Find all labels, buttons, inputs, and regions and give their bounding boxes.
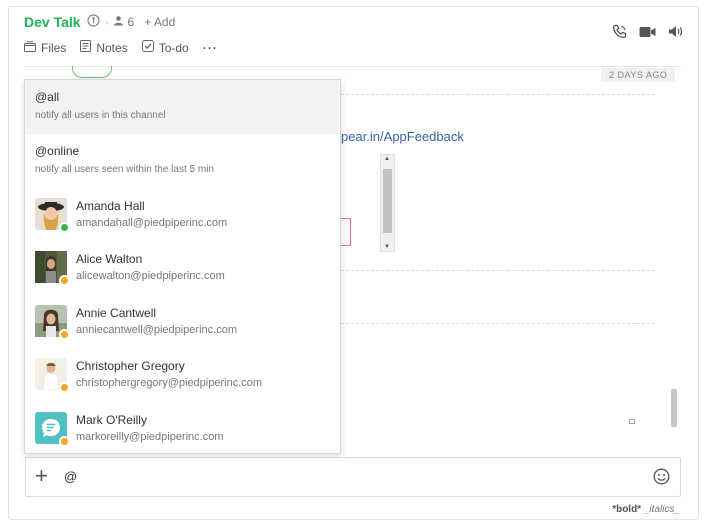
- scroll-up-icon[interactable]: ▲: [384, 156, 390, 162]
- feedback-link[interactable]: pear.in/AppFeedback: [341, 129, 464, 144]
- format-hint: *bold* _italics_: [612, 504, 680, 515]
- message-indicator: [629, 419, 635, 424]
- status-online-icon: [59, 221, 70, 233]
- status-away-icon: [59, 328, 70, 340]
- message-composer[interactable]: + @: [25, 457, 681, 497]
- add-member-button[interactable]: + Add: [144, 15, 175, 29]
- user-name: Christopher Gregory: [76, 359, 185, 374]
- message-divider: [341, 94, 655, 95]
- files-icon: [24, 40, 36, 55]
- video-icon[interactable]: [639, 25, 656, 43]
- status-away-icon: [59, 435, 70, 447]
- avatar: [35, 304, 70, 340]
- message-attachment-edge: [72, 66, 112, 78]
- channel-name[interactable]: Dev Talk: [24, 14, 81, 30]
- mention-user-annie-cantwell[interactable]: Annie Cantwell anniecantwell@piedpiperin…: [25, 294, 340, 348]
- phone-icon[interactable]: [612, 24, 627, 44]
- channel-info-icon[interactable]: [86, 14, 100, 30]
- user-email: christophergregory@piedpiperinc.com: [76, 377, 263, 390]
- more-options-button[interactable]: ···: [203, 40, 218, 55]
- channel-header: Dev Talk › 6 + Add: [24, 14, 175, 30]
- emoji-icon[interactable]: [653, 468, 670, 490]
- mention-handle: @online: [35, 143, 80, 158]
- user-name: Alice Walton: [76, 252, 143, 267]
- tab-notes[interactable]: Notes: [80, 40, 128, 55]
- mention-suggestions: @all notify all users in this channel @o…: [24, 79, 341, 454]
- mention-user-christopher-gregory[interactable]: Christopher Gregory christophergregory@p…: [25, 348, 340, 402]
- scroll-thumb[interactable]: [383, 169, 392, 233]
- embedded-scrollbar[interactable]: ▲ ▼: [380, 154, 395, 252]
- avatar: [35, 411, 70, 447]
- user-name: Amanda Hall: [76, 198, 145, 213]
- user-email: markoreilly@piedpiperinc.com: [76, 430, 224, 443]
- mention-user-amanda-hall[interactable]: Amanda Hall amandahall@piedpiperinc.com: [25, 187, 340, 241]
- message-divider: [341, 270, 655, 271]
- todo-icon: [141, 40, 154, 55]
- notes-icon: [80, 40, 92, 55]
- mention-user-mark-oreilly[interactable]: Mark O'Reilly markoreilly@piedpiperinc.c…: [25, 401, 340, 455]
- mention-user-alice-walton[interactable]: Alice Walton alicewalton@piedpiperinc.co…: [25, 241, 340, 295]
- mention-option-all[interactable]: @all notify all users in this channel: [25, 80, 340, 134]
- user-email: anniecantwell@piedpiperinc.com: [76, 323, 237, 336]
- speaker-icon[interactable]: [668, 25, 683, 43]
- mention-description: notify all users in this channel: [35, 110, 166, 121]
- tab-todo-label: To-do: [158, 40, 189, 55]
- status-away-icon: [59, 275, 70, 287]
- avatar: [35, 197, 70, 233]
- format-hint-bold: *bold*: [612, 504, 642, 515]
- tab-notes-label: Notes: [96, 40, 128, 55]
- add-attachment-button[interactable]: +: [35, 465, 48, 487]
- user-email: amandahall@piedpiperinc.com: [76, 216, 228, 229]
- tab-files-label: Files: [41, 40, 67, 55]
- more-icon: ···: [202, 40, 218, 55]
- user-name: Mark O'Reilly: [76, 412, 147, 427]
- message-divider: [341, 323, 655, 324]
- avatar: [35, 358, 70, 394]
- scroll-down-icon[interactable]: ▼: [384, 244, 390, 250]
- user-name: Annie Cantwell: [76, 305, 157, 320]
- mention-description: notify all users seen within the last 5 …: [35, 163, 214, 175]
- mention-option-online[interactable]: @online notify all users seen within the…: [25, 134, 340, 188]
- tab-todo[interactable]: To-do: [141, 40, 189, 55]
- user-email: alicewalton@piedpiperinc.com: [76, 270, 225, 283]
- format-hint-italic: _italics_: [643, 504, 680, 515]
- status-away-icon: [59, 382, 70, 394]
- call-actions: [612, 24, 683, 44]
- avatar: [35, 251, 70, 287]
- chevron-right-icon: ›: [105, 17, 109, 27]
- channel-tabs: Files Notes To-do ···: [24, 40, 218, 55]
- tab-files[interactable]: Files: [24, 40, 66, 55]
- member-count[interactable]: 6: [128, 15, 135, 29]
- header-divider: [24, 66, 681, 67]
- channel-meta: › 6 + Add: [106, 15, 176, 29]
- date-separator: 2 DAYS AGO: [601, 68, 676, 82]
- members-icon: [113, 15, 124, 29]
- timeline-scrollbar[interactable]: [671, 389, 677, 427]
- message-input[interactable]: @: [64, 469, 77, 484]
- mention-handle: @all: [35, 90, 60, 104]
